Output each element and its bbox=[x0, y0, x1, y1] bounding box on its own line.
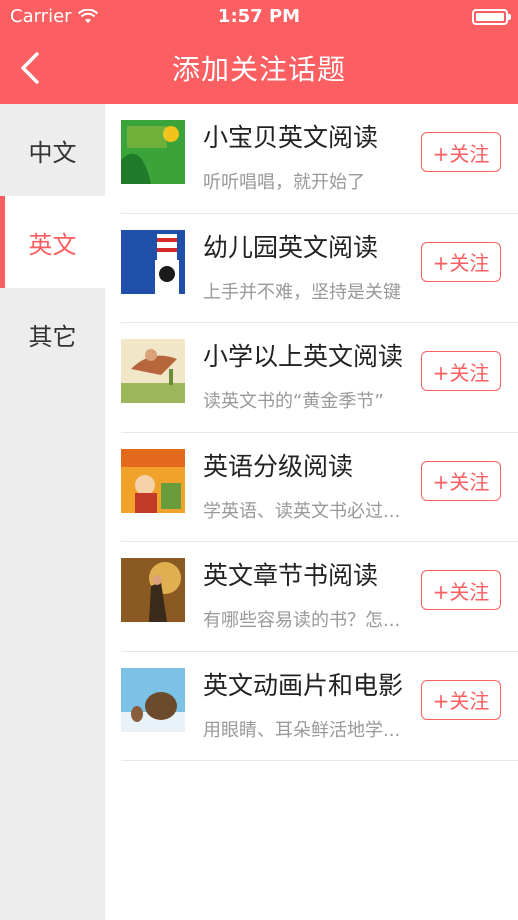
follow-button[interactable]: +关注 bbox=[421, 132, 501, 172]
topic-title: 英文章节书阅读 bbox=[203, 561, 379, 590]
follow-button[interactable]: +关注 bbox=[421, 679, 501, 720]
battery-icon bbox=[472, 9, 511, 25]
sidebar-item-label: 中文 bbox=[28, 138, 77, 167]
book-cover-image bbox=[121, 339, 185, 403]
book-cover-image bbox=[121, 120, 185, 184]
topic-title: 幼儿园英文阅读 bbox=[203, 232, 379, 262]
status-time: 1:57 PM bbox=[217, 6, 301, 27]
list-item[interactable]: 小学以上英文阅读 读英文书的“黄金季节” +关注 bbox=[121, 323, 518, 433]
topic-subtitle: 用眼睛、耳朵鲜活地学... bbox=[203, 719, 401, 741]
sidebar-item-english[interactable]: 英文 bbox=[0, 196, 105, 288]
status-bar: Carrier 1:57 PM bbox=[0, 0, 518, 34]
topic-subtitle: 上手并不难，坚持是关键 bbox=[203, 281, 401, 303]
topic-title: 小学以上英文阅读 bbox=[203, 342, 404, 371]
topic-list: 小宝贝英文阅读 听听唱唱，就开始了 +关注 幼儿园英文阅读 上手并不难，坚持是关… bbox=[105, 104, 518, 920]
sidebar-item-label: 其它 bbox=[28, 322, 77, 351]
list-item[interactable]: 英文章节书阅读 有哪些容易读的书？怎... +关注 bbox=[121, 542, 518, 652]
app-header: Carrier 1:57 PM 添加关注话题 bbox=[0, 0, 518, 104]
follow-button[interactable]: +关注 bbox=[421, 460, 501, 501]
follow-button[interactable]: +关注 bbox=[421, 351, 501, 391]
list-item[interactable]: 小宝贝英文阅读 听听唱唱，就开始了 +关注 bbox=[121, 104, 518, 214]
topic-title: 英文动画片和电影 bbox=[203, 670, 404, 700]
sidebar-item-other[interactable]: 其它 bbox=[0, 288, 105, 380]
topic-subtitle: 读英文书的“黄金季节” bbox=[203, 391, 384, 412]
sidebar-item-chinese[interactable]: 中文 bbox=[0, 104, 105, 196]
topic-subtitle: 听听唱唱，就开始了 bbox=[203, 172, 365, 193]
topic-title: 小宝贝英文阅读 bbox=[203, 123, 379, 152]
book-cover-image bbox=[121, 558, 185, 622]
topic-subtitle: 学英语、读英文书必过... bbox=[203, 500, 401, 522]
sidebar-item-label: 英文 bbox=[28, 230, 77, 259]
topic-title: 英语分级阅读 bbox=[203, 451, 354, 481]
list-item[interactable]: 幼儿园英文阅读 上手并不难，坚持是关键 +关注 bbox=[121, 214, 518, 323]
book-cover-image bbox=[121, 667, 185, 732]
topic-subtitle: 有哪些容易读的书？怎... bbox=[203, 610, 401, 631]
follow-button[interactable]: +关注 bbox=[421, 570, 501, 610]
list-item[interactable]: 英语分级阅读 学英语、读英文书必过... +关注 bbox=[121, 433, 518, 542]
book-cover-image bbox=[121, 448, 185, 513]
page-title: 添加关注话题 bbox=[171, 53, 346, 86]
category-sidebar: 中文 英文 其它 bbox=[0, 104, 105, 920]
list-item[interactable]: 英文动画片和电影 用眼睛、耳朵鲜活地学... +关注 bbox=[121, 652, 518, 761]
book-cover-image bbox=[121, 229, 185, 294]
follow-button[interactable]: +关注 bbox=[421, 241, 501, 282]
